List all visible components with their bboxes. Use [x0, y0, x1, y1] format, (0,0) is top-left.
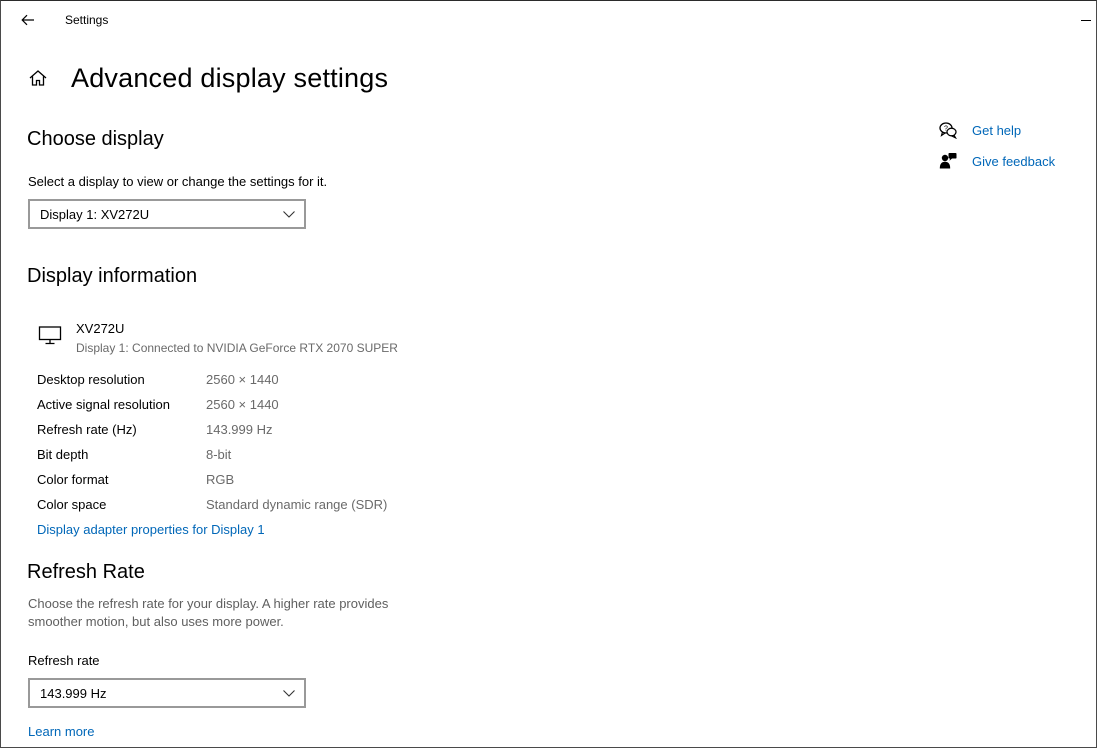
page-title: Advanced display settings: [71, 62, 389, 93]
display-information-heading: Display information: [27, 265, 198, 287]
info-label-color-space: Color space: [37, 497, 107, 512]
choose-display-heading: Choose display: [27, 128, 164, 150]
get-help-link[interactable]: ? Get help: [939, 121, 1021, 139]
minimize-icon: [1081, 19, 1091, 21]
info-label-desktop-resolution: Desktop resolution: [37, 372, 145, 387]
title-bar: Settings: [1, 1, 1096, 39]
help-chat-icon: ?: [939, 122, 957, 139]
refresh-rate-field-label: Refresh rate: [28, 653, 100, 668]
display-select-value: Display 1: XV272U: [40, 206, 150, 222]
minimize-button[interactable]: [1076, 7, 1096, 33]
info-label-bit-depth: Bit depth: [37, 447, 89, 462]
svg-text:?: ?: [944, 126, 948, 133]
get-help-label: Get help: [972, 122, 1022, 138]
display-adapter-properties-link[interactable]: Display adapter properties for Display 1: [37, 522, 265, 537]
refresh-rate-select-value: 143.999 Hz: [40, 685, 107, 701]
info-value-refresh-rate: 143.999 Hz: [206, 422, 273, 437]
info-value-color-space: Standard dynamic range (SDR): [206, 497, 388, 512]
learn-more-link[interactable]: Learn more: [28, 724, 94, 739]
give-feedback-link[interactable]: Give feedback: [939, 152, 1055, 170]
monitor-name: XV272U: [76, 321, 125, 336]
info-value-active-signal-resolution: 2560 × 1440: [206, 397, 279, 412]
info-label-active-signal-resolution: Active signal resolution: [37, 397, 170, 412]
refresh-rate-description-line1: Choose the refresh rate for your display…: [28, 596, 389, 611]
refresh-rate-select[interactable]: 143.999 Hz: [28, 678, 306, 708]
back-button[interactable]: [13, 7, 43, 33]
chevron-down-icon: [283, 211, 295, 218]
choose-display-description: Select a display to view or change the s…: [28, 174, 328, 189]
info-value-bit-depth: 8-bit: [206, 447, 232, 462]
chevron-down-icon: [283, 690, 295, 697]
home-icon[interactable]: [27, 67, 49, 89]
feedback-icon: [939, 153, 957, 169]
display-select[interactable]: Display 1: XV272U: [28, 199, 306, 229]
back-arrow-icon: [21, 14, 34, 26]
info-value-desktop-resolution: 2560 × 1440: [206, 372, 279, 387]
settings-window: Settings Advanced display settings Choos…: [0, 0, 1097, 748]
info-value-color-format: RGB: [206, 472, 235, 487]
give-feedback-label: Give feedback: [972, 153, 1056, 169]
window-title: Settings: [65, 13, 109, 27]
info-label-color-format: Color format: [37, 472, 109, 487]
monitor-subtitle: Display 1: Connected to NVIDIA GeForce R…: [76, 341, 398, 355]
monitor-icon: [38, 326, 62, 345]
refresh-rate-heading: Refresh Rate: [27, 561, 145, 583]
refresh-rate-description-line2: smoother motion, but also uses more powe…: [28, 614, 284, 629]
page-header: Advanced display settings: [27, 61, 388, 95]
info-label-refresh-rate: Refresh rate (Hz): [37, 422, 137, 437]
